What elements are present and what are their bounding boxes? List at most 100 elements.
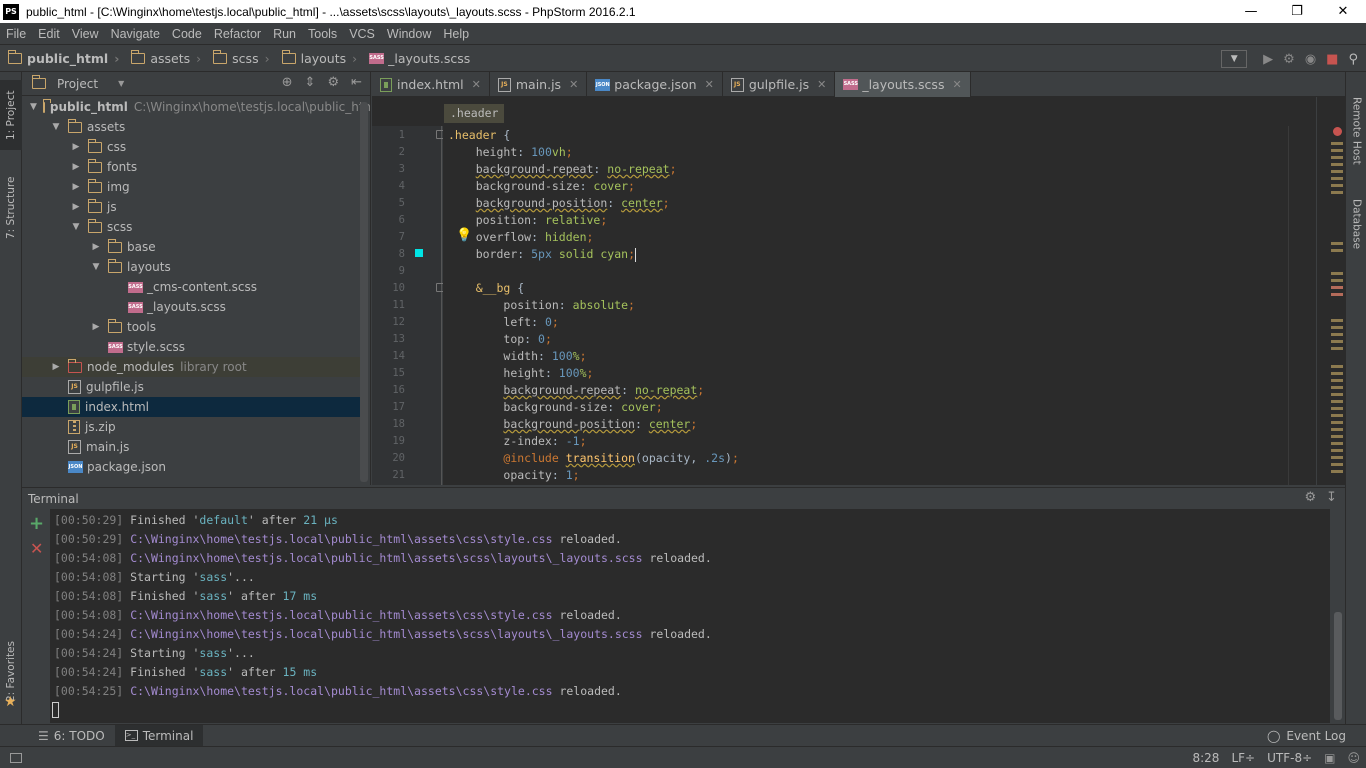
search-everywhere-icon[interactable]: ⚲ — [1348, 52, 1358, 67]
menu-window[interactable]: Window — [381, 27, 437, 41]
close-tab-icon[interactable]: ✕ — [817, 78, 826, 91]
stripe-mark[interactable] — [1331, 407, 1343, 410]
stripe-mark[interactable] — [1331, 386, 1343, 389]
terminal-tool-tab[interactable]: >_ Terminal — [114, 724, 204, 747]
stripe-mark[interactable] — [1331, 326, 1343, 329]
minimize-icon[interactable]: — — [1228, 0, 1274, 23]
stripe-mark[interactable] — [1331, 170, 1343, 173]
tree-item[interactable]: JS main.js — [22, 437, 362, 457]
menu-navigate[interactable]: Navigate — [105, 27, 166, 41]
stripe-mark[interactable] — [1331, 293, 1343, 296]
tree-item[interactable]: ▶ img — [22, 177, 362, 197]
terminal-scrollbar[interactable] — [1334, 612, 1342, 720]
stripe-mark[interactable] — [1331, 428, 1343, 431]
stripe-mark[interactable] — [1331, 163, 1343, 166]
line-separator[interactable]: LF÷ — [1231, 751, 1255, 765]
chevron-right-icon[interactable]: ▶ — [70, 202, 82, 212]
hide-panel-icon[interactable]: ⇤ — [351, 75, 362, 90]
menu-refactor[interactable]: Refactor — [208, 27, 267, 41]
gear-icon[interactable]: ⚙ — [1304, 490, 1316, 505]
event-log-tool-tab[interactable]: ◯ Event Log — [1257, 725, 1356, 747]
stripe-mark[interactable] — [1331, 372, 1343, 375]
stripe-mark[interactable] — [1331, 442, 1343, 445]
tree-item[interactable]: js.zip — [22, 417, 362, 437]
stripe-mark[interactable] — [1331, 333, 1343, 336]
stripe-mark[interactable] — [1331, 365, 1343, 368]
close-icon[interactable]: ✕ — [1320, 0, 1366, 23]
stripe-mark[interactable] — [1331, 319, 1343, 322]
coverage-icon[interactable]: ◉ — [1305, 52, 1316, 67]
chevron-right-icon[interactable]: ▶ — [70, 142, 82, 152]
menu-run[interactable]: Run — [267, 27, 302, 41]
scroll-from-source-icon[interactable]: ⊕ — [282, 75, 293, 90]
chevron-down-icon[interactable]: ▼ — [118, 79, 124, 88]
stripe-mark[interactable] — [1331, 279, 1343, 282]
menu-tools[interactable]: Tools — [302, 27, 343, 41]
breadcrumb-public-html[interactable]: public_html › — [0, 50, 123, 66]
run-config-dropdown[interactable]: ▼ — [1221, 50, 1248, 68]
stripe-mark[interactable] — [1331, 340, 1343, 343]
editor-tab[interactable]: JS gulpfile.js ✕ — [723, 72, 836, 97]
breadcrumb-scss[interactable]: scss › — [205, 50, 273, 66]
tree-item[interactable]: ▶ js — [22, 197, 362, 217]
stripe-mark[interactable] — [1331, 142, 1343, 145]
toggle-tool-windows-icon[interactable] — [10, 752, 22, 763]
code-editor[interactable]: .header { height: 100vh; background-repe… — [443, 126, 1288, 485]
lock-icon[interactable]: ▣ — [1324, 751, 1335, 765]
chevron-right-icon[interactable]: ▶ — [70, 182, 82, 192]
chevron-right-icon[interactable]: ▶ — [50, 362, 62, 372]
breadcrumb-layouts-scss[interactable]: SASS _layouts.scss — [361, 51, 474, 66]
stripe-mark[interactable] — [1331, 414, 1343, 417]
remote-host-tool-tab[interactable]: Remote Host — [1346, 86, 1366, 176]
todo-tool-tab[interactable]: ☰ 6: TODO — [28, 725, 115, 747]
menu-vcs[interactable]: VCS — [343, 27, 381, 41]
tree-item[interactable]: ▶ tools — [22, 317, 362, 337]
hector-icon[interactable]: ☺ — [1347, 751, 1360, 765]
stripe-mark[interactable] — [1331, 177, 1343, 180]
stripe-mark[interactable] — [1331, 470, 1343, 473]
tree-item[interactable]: ▶ node_modules library root — [22, 357, 362, 377]
menu-edit[interactable]: Edit — [32, 27, 66, 41]
close-tab-icon[interactable]: ✕ — [569, 78, 578, 91]
run-icon[interactable]: ▶ — [1263, 52, 1273, 67]
close-session-icon[interactable]: ✕ — [30, 539, 43, 558]
stripe-mark[interactable] — [1331, 463, 1343, 466]
tree-item[interactable]: ▼ scss — [22, 217, 362, 237]
stripe-mark[interactable] — [1331, 379, 1343, 382]
tree-item[interactable]: ▼ layouts — [22, 257, 362, 277]
stripe-mark[interactable] — [1331, 435, 1343, 438]
editor-breadcrumb[interactable]: .header — [444, 104, 505, 123]
stripe-mark[interactable] — [1331, 456, 1343, 459]
stripe-mark[interactable] — [1331, 449, 1343, 452]
stripe-mark[interactable] — [1331, 393, 1343, 396]
menu-view[interactable]: View — [66, 27, 105, 41]
stripe-mark[interactable] — [1331, 347, 1343, 350]
tree-item[interactable]: JSON package.json — [22, 457, 362, 477]
breadcrumb-layouts[interactable]: layouts › — [274, 50, 362, 66]
tree-item[interactable]: SASS _cms-content.scss — [22, 277, 362, 297]
menu-file[interactable]: File — [0, 27, 32, 41]
tree-item[interactable]: ▶ base — [22, 237, 362, 257]
chevron-down-icon[interactable]: ▼ — [50, 122, 62, 132]
project-tool-tab[interactable]: 1: Project — [0, 80, 22, 150]
stripe-mark[interactable] — [1331, 400, 1343, 403]
chevron-right-icon[interactable]: ▶ — [70, 162, 82, 172]
project-scrollbar[interactable] — [360, 102, 368, 482]
editor-tab[interactable]: SASS _layouts.scss ✕ — [835, 72, 971, 97]
lightbulb-icon[interactable]: 💡 — [456, 228, 472, 243]
database-tool-tab[interactable]: Database — [1346, 188, 1366, 260]
tree-item[interactable]: ▼ public_html C:\Winginx\home\testjs.local… — [22, 97, 370, 117]
tree-item[interactable]: ▼ assets — [22, 117, 362, 137]
stripe-mark[interactable] — [1331, 286, 1343, 289]
tree-item[interactable]: ▶ css — [22, 137, 362, 157]
stripe-mark[interactable] — [1331, 149, 1343, 152]
editor-tab[interactable]: JSON package.json ✕ — [587, 72, 723, 97]
stripe-mark[interactable] — [1331, 272, 1343, 275]
close-tab-icon[interactable]: ✕ — [952, 78, 961, 91]
editor-tab[interactable]: JS main.js ✕ — [490, 72, 588, 97]
chevron-down-icon[interactable]: ▼ — [70, 222, 82, 232]
structure-tool-tab[interactable]: 7: Structure — [0, 168, 22, 248]
color-swatch[interactable] — [415, 249, 423, 257]
menu-code[interactable]: Code — [166, 27, 208, 41]
close-tab-icon[interactable]: ✕ — [472, 78, 481, 91]
